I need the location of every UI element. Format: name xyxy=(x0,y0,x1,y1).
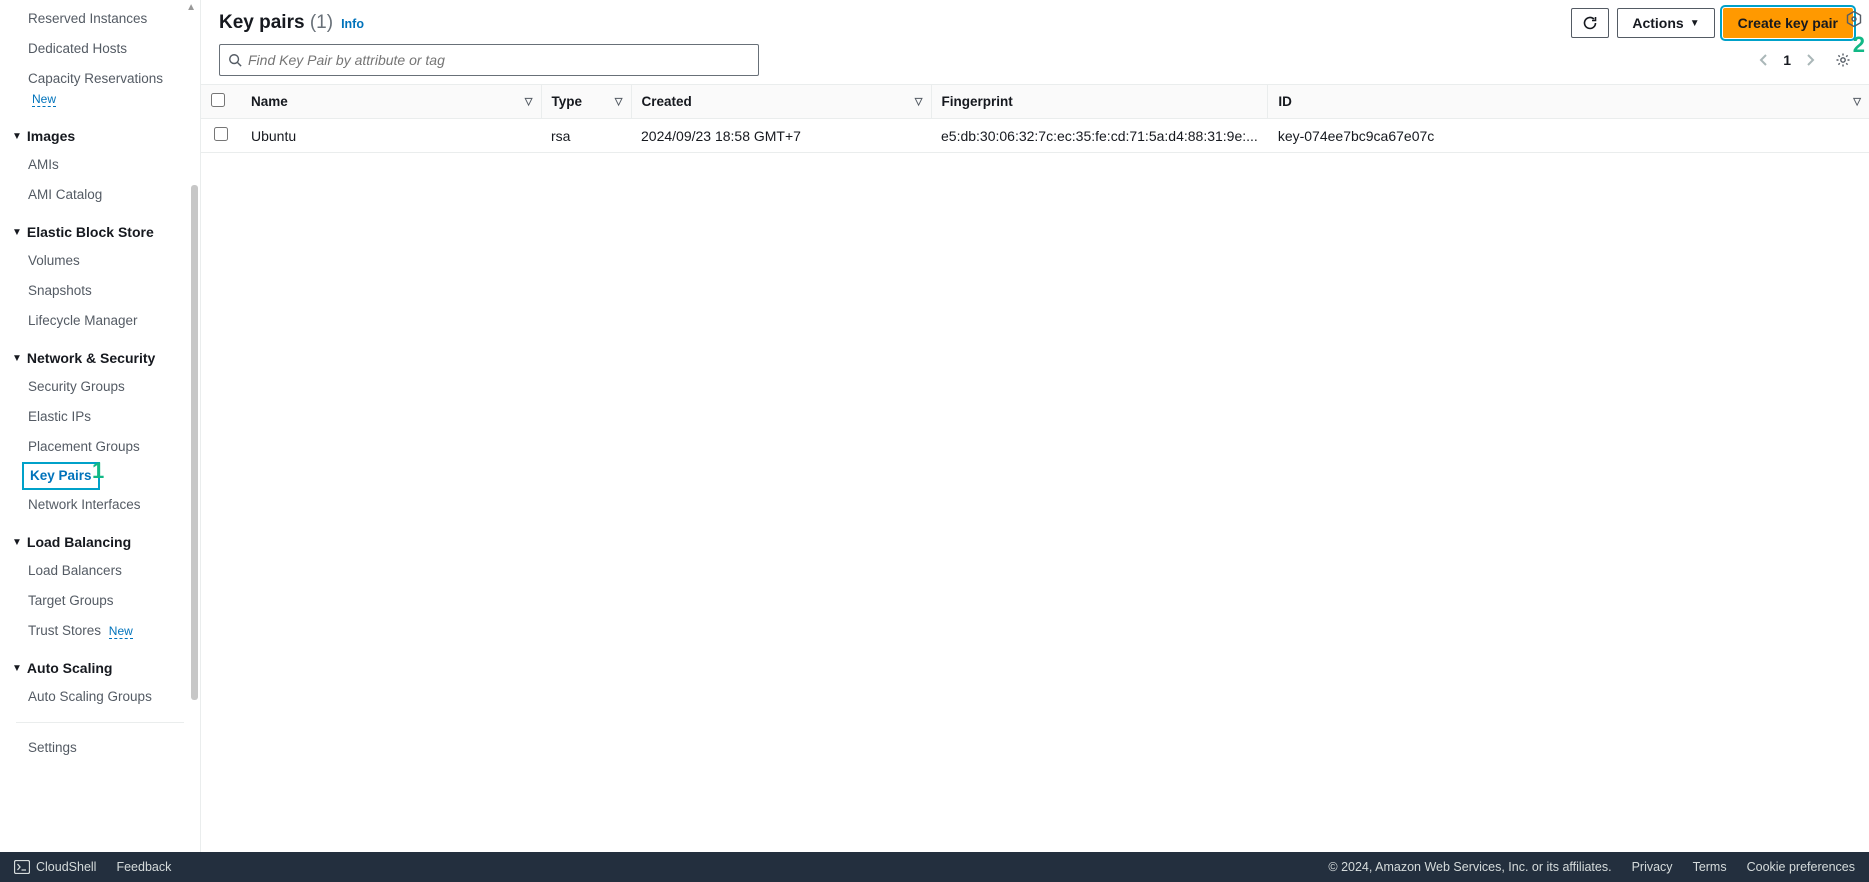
col-created[interactable]: Created▽ xyxy=(631,85,931,119)
new-badge: New xyxy=(32,92,56,107)
nav-security-groups[interactable]: Security Groups xyxy=(0,372,200,402)
nav-snapshots[interactable]: Snapshots xyxy=(0,276,200,306)
nav-ami-catalog[interactable]: AMI Catalog xyxy=(0,180,200,210)
chevron-down-icon: ▼ xyxy=(12,663,22,674)
header-actions: Actions ▼ Create key pair xyxy=(1571,8,1853,38)
refresh-button[interactable] xyxy=(1571,8,1609,38)
sort-icon: ▽ xyxy=(915,96,923,107)
chevron-down-icon: ▼ xyxy=(12,227,22,238)
prev-page-button[interactable] xyxy=(1755,51,1773,69)
nav-network-interfaces[interactable]: Network Interfaces xyxy=(0,490,200,520)
preferences-icon[interactable] xyxy=(1845,10,1863,28)
create-key-pair-button[interactable]: Create key pair xyxy=(1723,8,1853,38)
terms-link[interactable]: Terms xyxy=(1693,860,1727,874)
nav-dedicated-hosts[interactable]: Dedicated Hosts xyxy=(0,34,200,64)
chevron-down-icon: ▼ xyxy=(12,131,22,142)
nav-load-balancers[interactable]: Load Balancers xyxy=(0,556,200,586)
copyright-text: © 2024, Amazon Web Services, Inc. or its… xyxy=(1328,860,1611,874)
table-row[interactable]: Ubuntu rsa 2024/09/23 18:58 GMT+7 e5:db:… xyxy=(201,119,1869,153)
section-auto-scaling[interactable]: ▼ Auto Scaling xyxy=(0,654,200,682)
terminal-icon xyxy=(14,860,30,874)
privacy-link[interactable]: Privacy xyxy=(1632,860,1673,874)
section-images[interactable]: ▼ Images xyxy=(0,122,200,150)
select-all-header xyxy=(201,85,241,119)
nav-auto-scaling-groups[interactable]: Auto Scaling Groups xyxy=(0,682,200,712)
main-content: Key pairs (1) Info Actions ▼ Create key … xyxy=(201,0,1869,882)
select-all-checkbox[interactable] xyxy=(211,93,225,107)
cookie-prefs-link[interactable]: Cookie preferences xyxy=(1747,860,1855,874)
col-id[interactable]: ID▽ xyxy=(1268,85,1869,119)
nav-elastic-ips[interactable]: Elastic IPs xyxy=(0,402,200,432)
page-title: Key pairs (1) xyxy=(219,12,333,34)
nav-trust-stores[interactable]: Trust Stores New xyxy=(0,616,200,646)
nav-lifecycle-manager[interactable]: Lifecycle Manager xyxy=(0,306,200,336)
col-fingerprint[interactable]: Fingerprint xyxy=(931,85,1268,119)
cloudshell-button[interactable]: CloudShell xyxy=(14,860,96,874)
scrollbar-thumb[interactable] xyxy=(191,185,198,700)
sort-icon: ▽ xyxy=(1853,96,1861,107)
panel-header: Key pairs (1) Info Actions ▼ Create key … xyxy=(201,0,1869,42)
scroll-up-icon[interactable]: ▲ xyxy=(186,2,196,13)
nav-target-groups[interactable]: Target Groups xyxy=(0,586,200,616)
sort-icon: ▽ xyxy=(525,96,533,107)
chevron-right-icon xyxy=(1805,53,1815,67)
nav-reserved-instances[interactable]: Reserved Instances xyxy=(0,4,200,34)
table-wrap: Name▽ Type▽ Created▽ Fingerprint ID▽ Ubu… xyxy=(201,84,1869,882)
hexagon-icon xyxy=(1845,10,1863,28)
col-type[interactable]: Type▽ xyxy=(541,85,631,119)
info-link[interactable]: Info xyxy=(341,17,364,31)
section-load-balancing[interactable]: ▼ Load Balancing xyxy=(0,528,200,556)
table-settings-button[interactable] xyxy=(1829,52,1851,68)
sidebar: ▲ Reserved Instances Dedicated Hosts Cap… xyxy=(0,0,201,882)
key-pairs-panel: Key pairs (1) Info Actions ▼ Create key … xyxy=(201,0,1869,882)
item-count: (1) xyxy=(310,12,333,33)
new-badge: New xyxy=(109,624,133,639)
current-page: 1 xyxy=(1783,52,1791,68)
nav-key-pairs[interactable]: Key Pairs xyxy=(22,462,100,490)
cell-name: Ubuntu xyxy=(241,119,541,153)
cell-fingerprint: e5:db:30:06:32:7c:ec:35:fe:cd:71:5a:d4:8… xyxy=(931,119,1268,153)
pagination: 1 xyxy=(1755,51,1851,69)
table-header-row: Name▽ Type▽ Created▽ Fingerprint ID▽ xyxy=(201,85,1869,119)
footer: CloudShell Feedback © 2024, Amazon Web S… xyxy=(0,852,1869,882)
next-page-button[interactable] xyxy=(1801,51,1819,69)
chevron-down-icon: ▼ xyxy=(12,353,22,364)
chevron-left-icon xyxy=(1759,53,1769,67)
nav: Reserved Instances Dedicated Hosts Capac… xyxy=(0,0,200,882)
chevron-down-icon: ▼ xyxy=(1690,18,1700,29)
gear-icon xyxy=(1835,52,1851,68)
actions-button[interactable]: Actions ▼ xyxy=(1617,8,1714,38)
annotation-number-2: 2 xyxy=(1853,32,1865,58)
nav-label: Trust Stores xyxy=(28,623,101,638)
col-name[interactable]: Name▽ xyxy=(241,85,541,119)
chevron-down-icon: ▼ xyxy=(12,537,22,548)
section-ebs[interactable]: ▼ Elastic Block Store xyxy=(0,218,200,246)
cell-created: 2024/09/23 18:58 GMT+7 xyxy=(631,119,931,153)
nav-volumes[interactable]: Volumes xyxy=(0,246,200,276)
cell-type: rsa xyxy=(541,119,631,153)
search-box xyxy=(219,44,759,76)
divider xyxy=(16,722,184,723)
search-input[interactable] xyxy=(248,52,750,68)
search-icon xyxy=(228,53,242,67)
refresh-icon xyxy=(1582,15,1598,31)
feedback-link[interactable]: Feedback xyxy=(116,860,171,874)
key-pairs-table: Name▽ Type▽ Created▽ Fingerprint ID▽ Ubu… xyxy=(201,84,1869,153)
nav-capacity-reservations[interactable]: Capacity Reservations New xyxy=(0,64,200,114)
annotation-number-1: 1 xyxy=(92,458,104,484)
cell-id: key-074ee7bc9ca67e07c xyxy=(1268,119,1869,153)
row-checkbox[interactable] xyxy=(214,127,228,141)
nav-label: Capacity Reservations xyxy=(28,71,163,86)
nav-settings[interactable]: Settings xyxy=(0,733,200,763)
sort-icon: ▽ xyxy=(615,96,623,107)
section-network-security[interactable]: ▼ Network & Security xyxy=(0,344,200,372)
nav-amis[interactable]: AMIs xyxy=(0,150,200,180)
